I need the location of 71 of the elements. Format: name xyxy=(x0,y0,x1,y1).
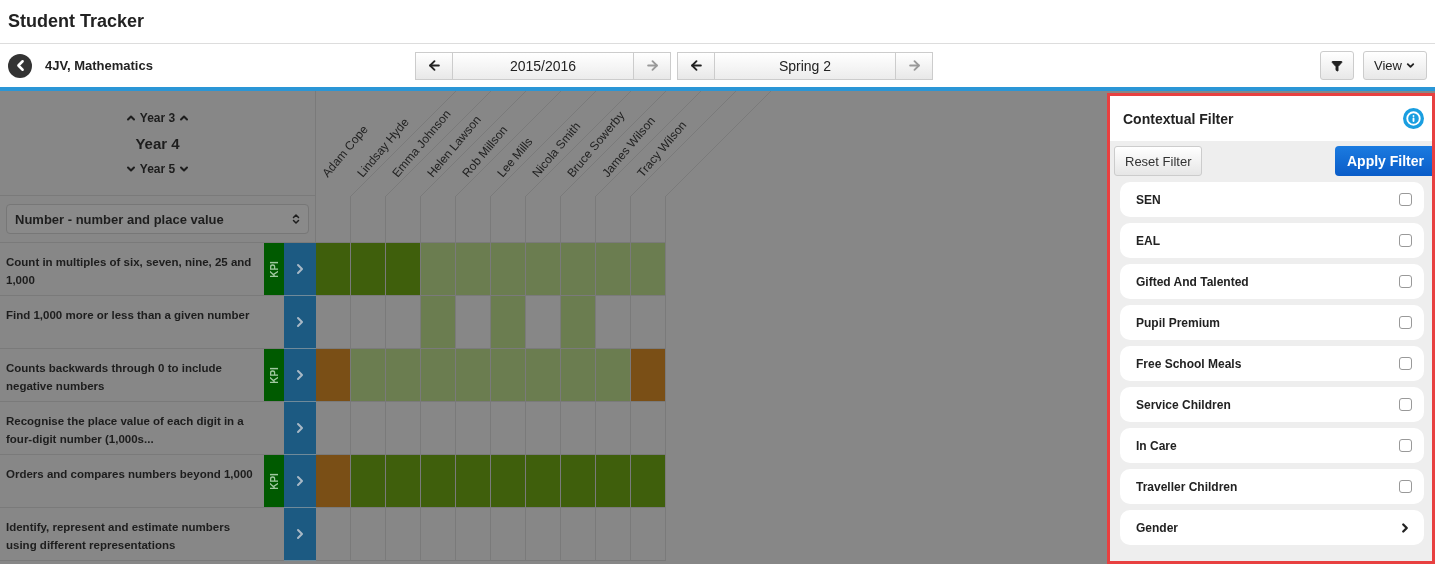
grid-cell xyxy=(386,196,421,243)
app-title: Student Tracker xyxy=(8,11,145,32)
reset-filter-button[interactable]: Reset Filter xyxy=(1114,146,1203,176)
expand-button[interactable] xyxy=(284,402,316,455)
period-label: 2015/2016 xyxy=(453,51,633,80)
select-arrows-icon xyxy=(290,213,302,225)
arrow-right-icon xyxy=(906,58,922,73)
arrow-right-icon xyxy=(644,58,660,73)
option-label: Traveller Children xyxy=(1136,479,1238,494)
previous-button[interactable] xyxy=(677,51,715,80)
filter-option[interactable]: EAL xyxy=(1120,223,1424,258)
grid-cell xyxy=(596,196,631,243)
filter-icon xyxy=(1331,59,1344,72)
objective-text: Find 1,000 more or less than a given number xyxy=(0,296,264,349)
checkbox[interactable] xyxy=(1399,480,1412,493)
expand-button[interactable] xyxy=(284,296,316,349)
arrow-left-icon xyxy=(688,58,704,73)
expand-button[interactable] xyxy=(284,349,316,402)
previous-year-link[interactable]: Year 3 xyxy=(124,110,191,125)
option-label: In Care xyxy=(1136,438,1177,453)
filter-option[interactable]: In Care xyxy=(1120,428,1424,463)
filter-option[interactable]: Free School Meals xyxy=(1120,346,1424,381)
kpi-badge: KPI xyxy=(264,349,284,402)
option-label: Service Children xyxy=(1136,397,1231,412)
caret-icon xyxy=(1405,60,1416,71)
grid-cell xyxy=(421,196,456,243)
option-label: SEN xyxy=(1136,192,1161,207)
checkbox[interactable] xyxy=(1399,439,1412,452)
strand-select[interactable]: Number - number and place value xyxy=(6,204,309,234)
filter-option[interactable]: Service Children xyxy=(1120,387,1424,422)
view-button[interactable]: View xyxy=(1363,51,1427,80)
checkbox[interactable] xyxy=(1399,398,1412,411)
info-icon[interactable] xyxy=(1403,108,1424,129)
objective-text: Recognise the place value of each digit in a four-digit number (1,000s... xyxy=(0,402,264,455)
grid-cell xyxy=(491,196,526,243)
kpi-badge: KPI xyxy=(264,455,284,508)
previous-button[interactable] xyxy=(415,51,453,80)
filter-option[interactable]: Pupil Premium xyxy=(1120,305,1424,340)
grid-cell xyxy=(351,196,386,243)
option-label: Gender xyxy=(1136,520,1178,535)
panel-title: Contextual Filter xyxy=(1123,110,1234,127)
filter-option[interactable]: Traveller Children xyxy=(1120,469,1424,504)
option-label: EAL xyxy=(1136,233,1160,248)
checkbox[interactable] xyxy=(1399,193,1412,206)
arrow-left-icon xyxy=(426,58,442,73)
grid-cell xyxy=(526,196,561,243)
apply-filter-button[interactable]: Apply Filter xyxy=(1335,146,1432,176)
current-year: Year 4 xyxy=(135,134,180,152)
expand-button[interactable] xyxy=(284,243,316,296)
back-button[interactable] xyxy=(8,53,32,78)
expand-button[interactable] xyxy=(284,455,316,508)
checkbox[interactable] xyxy=(1399,275,1412,288)
expand-button[interactable] xyxy=(284,508,316,561)
next-year-link[interactable]: Year 5 xyxy=(124,161,191,176)
filter-option[interactable]: Gifted And Talented xyxy=(1120,264,1424,299)
period-label: Spring 2 xyxy=(715,51,895,80)
filter-button[interactable] xyxy=(1320,51,1355,80)
checkbox[interactable] xyxy=(1399,316,1412,329)
checkbox[interactable] xyxy=(1399,234,1412,247)
class-title: 4JV, Mathematics xyxy=(45,58,154,73)
filter-option[interactable]: SEN xyxy=(1120,182,1424,217)
option-label: Pupil Premium xyxy=(1136,315,1221,330)
grid-cell xyxy=(631,196,666,243)
filter-option[interactable]: Gender xyxy=(1120,510,1424,545)
grid-cell xyxy=(561,196,596,243)
option-label: Gifted And Talented xyxy=(1136,274,1249,289)
option-label: Free School Meals xyxy=(1136,356,1242,371)
objective-text: Identify, represent and estimate numbers using different representations xyxy=(0,508,264,561)
kpi-badge: KPI xyxy=(264,243,284,296)
grid-cell xyxy=(456,196,491,243)
checkbox[interactable] xyxy=(1399,357,1412,370)
